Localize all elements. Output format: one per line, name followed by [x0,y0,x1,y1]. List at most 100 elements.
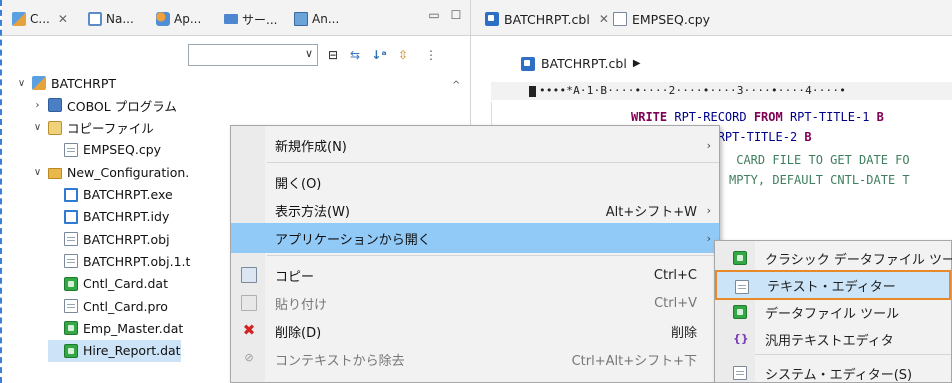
code-token: B [804,130,812,144]
context-menu: 新規作成(N) › 開く(O) 表示方法(W) Alt+シフト+W › アプリケーションから… [230,125,720,383]
paste-icon [241,295,257,311]
tree-item[interactable]: BATCHRPT.obj.1.t [48,250,190,272]
navigator-icon [88,12,102,26]
code-token: RPT-TITLE-2 [710,130,805,144]
tab-analysis[interactable]: An... [294,8,339,30]
chevron-right-icon[interactable]: ▶ [633,58,641,69]
tree-item-label: BATCHRPT.obj [83,231,170,247]
minimize-icon[interactable]: ▭ [426,8,442,24]
menu-item-accelerator: Ctrl+V [654,295,697,311]
tree-item[interactable]: BATCHRPT.exe [48,184,173,206]
submenu-item[interactable]: システム・エディター(S) [715,358,951,383]
tab-label: Ap... [174,12,202,26]
data-file-icon [64,276,78,291]
tab-application-explorer[interactable]: Ap... [156,8,201,30]
tab-label: EMPSEQ.cpy [632,11,711,27]
tree-item[interactable]: ∨ BATCHRPT [16,72,116,94]
menu-separator [755,354,951,355]
menu-item-label: アプリケーションから開く [275,232,431,248]
cobol-file-icon [521,56,535,71]
maximize-icon[interactable]: ☐ [448,8,464,24]
generic-text-editor-icon: {} [733,332,749,345]
menu-item-accelerator: Ctrl+C [653,267,697,283]
code-token: RPT-RECORD [667,110,754,124]
filter-icon[interactable]: ⇳ [394,46,412,64]
tree-item-label: BATCHRPT.exe [83,187,173,202]
context-menu-item[interactable]: アプリケーションから開く › [231,223,719,253]
submenu-item-label: システム・エディター(S) [765,367,913,383]
tree-item-label: COBOL プログラム [67,98,177,114]
close-tab-icon[interactable]: ✕ [58,12,68,26]
tab-cobol-explorer[interactable]: C... ✕ [12,8,68,30]
tab-label: サー... [242,12,278,27]
context-menu-item[interactable]: 新規作成(N) › [231,130,719,160]
tree-item[interactable]: Cntl_Card.dat [48,273,168,295]
tree-item[interactable]: BATCHRPT.obj [48,228,170,250]
submenu-item[interactable]: テキスト・エディター [715,270,951,300]
left-view-toolbar: ∨ ⊟ ⇆ ↓ᵃ ⇳ ⋮ [2,36,470,70]
context-menu-item[interactable]: 開く(O) [231,167,719,197]
chevron-down-icon[interactable]: ∨ [32,167,43,178]
tree-item[interactable]: Hire_Report.dat [48,339,181,362]
menu-item-label: 開く(O) [275,176,322,192]
chevron-down-icon[interactable]: ∨ [32,122,43,133]
sort-alphabetical-icon[interactable]: ↓ᵃ [370,46,388,64]
context-menu-item[interactable]: ✖ 削除(D) 削除 [231,316,719,346]
chevron-right-icon: › [706,203,711,217]
link-with-editor-icon[interactable]: ⇆ [346,46,364,64]
context-menu-item[interactable]: 表示方法(W) Alt+シフト+W › [231,195,719,225]
submenu-item[interactable]: {} 汎用テキストエディタ [715,324,951,354]
exe-file-icon [64,187,78,202]
cobol-file-icon [485,12,499,26]
tab-navigator[interactable]: Na... [88,8,134,30]
code-token: FROM [753,110,783,124]
tree-item-label: BATCHRPT.obj.1.t [83,253,191,269]
classic-data-file-tool-icon [733,251,747,265]
chevron-down-icon[interactable]: ∨ [305,47,313,60]
tree-item-label: BATCHRPT.idy [83,209,170,225]
tree-item[interactable]: ∨ コピーファイル [32,117,154,139]
tree-item[interactable]: Cntl_Card.pro [48,295,168,317]
data-file-tool-icon [733,305,747,319]
menu-item-label: 表示方法(W) [275,204,350,220]
text-editor-icon [735,280,749,294]
close-tab-icon[interactable]: ✕ [599,12,609,26]
code-token: RPT-TITLE-1 [782,110,877,124]
tree-item[interactable]: EMPSEQ.cpy [48,139,161,161]
code-token: B [876,110,884,124]
tab-empseq-cpy[interactable]: EMPSEQ.cpy [613,8,710,30]
tab-batchrpt-cbl[interactable]: BATCHRPT.cbl ✕ [485,8,609,30]
chevron-down-icon[interactable]: ∨ [16,78,27,89]
tree-item[interactable]: Emp_Master.dat [48,317,183,339]
menu-item-label: 新規作成(N) [275,139,347,155]
idy-file-icon [64,209,78,224]
editor-tab-bar: BATCHRPT.cbl ✕ EMPSEQ.cpy [471,0,952,36]
menu-item-label: 削除(D) [275,325,322,341]
view-menu-icon[interactable]: ⋮ [422,46,440,64]
filter-combo[interactable]: ∨ [188,44,318,66]
tree-item-label: Hire_Report.dat [83,343,181,359]
context-menu-item: ⊘ コンテキストから除去 Ctrl+Alt+シフト+下 [231,344,719,374]
tab-label: An... [312,12,340,26]
delete-icon: ✖ [242,321,256,339]
menu-item-accelerator: Ctrl+Alt+シフト+下 [571,353,697,369]
tree-item[interactable]: › COBOL プログラム [32,94,177,116]
breadcrumb[interactable]: BATCHRPT.cbl ▶ [521,56,641,71]
submenu-item[interactable]: クラシック データファイル ツール [715,243,952,273]
tree-item-label: Emp_Master.dat [83,320,184,336]
tree-item[interactable]: BATCHRPT.idy [48,206,169,228]
servers-icon [224,14,238,24]
chevron-right-icon[interactable]: › [32,100,43,111]
chevron-right-icon: › [706,138,711,152]
context-menu-item[interactable]: コピー Ctrl+C [231,260,719,290]
copybook-file-icon [613,12,627,26]
pro-file-icon [64,299,78,313]
collapse-all-icon[interactable]: ⊟ [324,46,342,64]
scroll-up-icon[interactable]: ^ [452,80,460,91]
code-token: CARD FILE TO GET DATE FO [729,153,910,167]
submenu-item[interactable]: データファイル ツール [715,297,951,327]
submenu-item-label: テキスト・エディター [767,279,896,295]
system-editor-icon [733,366,747,380]
tree-item[interactable]: ∨ New_Configuration. [32,161,189,183]
tab-servers[interactable]: サー... [224,8,277,30]
